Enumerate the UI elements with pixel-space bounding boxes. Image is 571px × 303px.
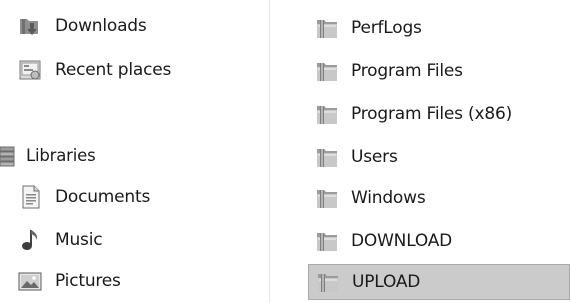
nav-item-recent-places[interactable]: Recent places: [17, 52, 171, 88]
music-icon: [17, 227, 43, 253]
recent-places-icon: [17, 57, 43, 83]
list-item[interactable]: PerfLogs: [308, 10, 570, 46]
nav-item-label: Music: [55, 230, 103, 250]
file-explorer-window: Downloads Recent places Libraries Docume…: [0, 0, 571, 303]
nav-item-music[interactable]: Music: [17, 222, 103, 258]
list-item-selected[interactable]: UPLOAD: [308, 264, 570, 300]
list-item[interactable]: Windows: [308, 180, 570, 216]
nav-item-libraries[interactable]: Libraries: [0, 137, 96, 173]
nav-item-label: Downloads: [55, 16, 147, 36]
file-name: Windows: [351, 188, 426, 208]
file-name: Users: [351, 147, 398, 167]
file-name: PerfLogs: [351, 18, 422, 38]
nav-item-pictures[interactable]: Pictures: [17, 263, 121, 299]
libraries-icon: [0, 143, 18, 167]
file-name: Program Files: [351, 61, 463, 81]
file-name: Program Files (x86): [351, 104, 512, 124]
documents-icon: [17, 184, 43, 210]
list-item[interactable]: Users: [308, 139, 570, 175]
file-list: PerfLogs Program Files Program Files (x8…: [272, 0, 571, 303]
folder-icon: [314, 185, 340, 211]
folder-icon: [314, 228, 340, 254]
file-name: DOWNLOAD: [351, 231, 453, 251]
file-name: UPLOAD: [352, 272, 421, 292]
folder-icon: [314, 15, 340, 41]
folder-icon: [314, 58, 340, 84]
pictures-icon: [17, 268, 43, 294]
list-item[interactable]: Program Files (x86): [308, 96, 570, 132]
nav-item-label: Libraries: [26, 145, 96, 165]
list-item[interactable]: Program Files: [308, 53, 570, 89]
navigation-pane: Downloads Recent places Libraries Docume…: [0, 0, 270, 303]
downloads-icon: [17, 13, 43, 39]
nav-item-label: Recent places: [55, 60, 172, 80]
folder-icon: [314, 144, 340, 170]
nav-item-downloads[interactable]: Downloads: [17, 8, 147, 44]
folder-icon: [314, 101, 340, 127]
folder-icon: [315, 269, 341, 295]
list-item[interactable]: DOWNLOAD: [308, 223, 570, 259]
nav-item-documents[interactable]: Documents: [17, 179, 150, 215]
nav-item-label: Pictures: [55, 271, 121, 291]
nav-item-label: Documents: [55, 187, 151, 207]
